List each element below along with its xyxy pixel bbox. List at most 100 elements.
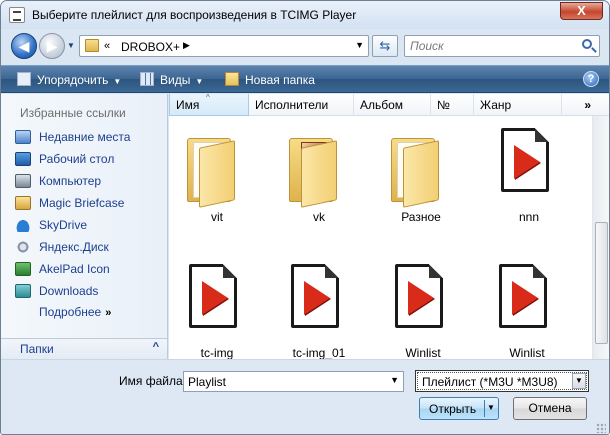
title-bar[interactable]: Выберите плейлист для воспроизведения в … — [1, 1, 609, 29]
vertical-scrollbar[interactable] — [592, 116, 609, 359]
playlist-file-icon — [499, 264, 547, 328]
refresh-button[interactable]: ⇆ — [372, 35, 398, 57]
open-button[interactable]: Открыть ▼ — [419, 397, 499, 420]
dialog-footer: Имя файла: ▼ Плейлист (*M3U *M3U8) ▼ Отк… — [1, 359, 609, 434]
file-name: vit — [211, 210, 223, 224]
organize-label: Упорядочить — [37, 73, 109, 87]
playlist-file-icon — [501, 128, 549, 192]
more-columns-chevron[interactable]: » — [584, 94, 591, 116]
file-item[interactable]: vit — [177, 124, 257, 244]
column-number[interactable]: № — [431, 94, 474, 116]
scrollbar-thumb[interactable] — [595, 222, 608, 344]
column-header-row: Имя ^ Исполнители Альбом № Жанр » — [169, 93, 609, 116]
column-album[interactable]: Альбом — [354, 94, 431, 116]
views-label: Виды — [160, 73, 191, 87]
organize-icon — [17, 72, 31, 86]
yandex-disk-icon — [15, 240, 31, 254]
file-type-value: Плейлист (*M3U *M3U8) — [422, 375, 558, 389]
folders-toggle[interactable]: Папки ^ — [1, 338, 167, 359]
sidebar-item-skydrive[interactable]: SkyDrive — [15, 216, 87, 234]
file-list: Имя ^ Исполнители Альбом № Жанр » vit vk — [169, 93, 609, 360]
sidebar-item-label: Downloads — [39, 284, 99, 298]
sidebar-item-akelpad-icon[interactable]: AkelPad Icon — [15, 260, 110, 278]
column-artists[interactable]: Исполнители — [249, 94, 354, 116]
file-name: tc-img_01 — [292, 346, 346, 360]
file-item[interactable]: Разное — [381, 124, 461, 244]
skydrive-icon — [15, 218, 31, 232]
navigation-bar: ◀ ▶ ▼ « DROBOX+ ▶ ▼ ⇆ — [1, 31, 609, 61]
file-name: Разное — [401, 210, 441, 224]
history-dropdown-icon[interactable]: ▼ — [67, 41, 75, 50]
sidebar-item-desktop[interactable]: Рабочий стол — [15, 150, 114, 168]
chevron-down-icon[interactable]: ▼ — [390, 375, 399, 385]
app-icon — [9, 7, 25, 23]
command-bar: Упорядочить ▼ Виды ▼ Новая папка ? — [1, 65, 609, 93]
chevron-down-icon[interactable]: ▼ — [572, 373, 586, 389]
close-button[interactable]: X — [560, 2, 603, 20]
address-dropdown-icon[interactable]: ▼ — [355, 40, 364, 50]
file-item[interactable]: vk — [279, 124, 359, 244]
column-genre[interactable]: Жанр — [474, 94, 562, 116]
more-label: Подробнее — [39, 305, 102, 319]
folder-icon — [85, 39, 99, 52]
more-links-button[interactable]: Подробнее» — [39, 305, 111, 319]
file-name: nnn — [518, 210, 540, 224]
folders-label: Папки — [20, 342, 54, 356]
back-button[interactable]: ◀ — [11, 33, 37, 59]
playlist-file-icon — [291, 264, 339, 328]
new-folder-button[interactable]: Новая папка — [225, 72, 315, 87]
sort-ascending-icon: ^ — [206, 93, 210, 102]
briefcase-icon — [15, 196, 31, 210]
column-name[interactable]: Имя ^ — [169, 93, 249, 116]
window-title: Выберите плейлист для воспроизведения в … — [32, 8, 357, 22]
desktop-icon — [15, 152, 31, 166]
favorite-links-header: Избранные ссылки — [20, 106, 126, 120]
sidebar-item-yandex-disk[interactable]: Яндекс.Диск — [15, 238, 109, 256]
new-folder-icon — [225, 72, 239, 86]
sidebar-item-label: AkelPad Icon — [39, 262, 110, 276]
split-divider — [484, 400, 485, 417]
forward-button[interactable]: ▶ — [39, 33, 65, 59]
sidebar-item-computer[interactable]: Компьютер — [15, 172, 101, 190]
downloads-icon — [15, 284, 31, 298]
file-name: vk — [313, 210, 325, 224]
organize-button[interactable]: Упорядочить ▼ — [17, 72, 121, 87]
search-icon[interactable] — [582, 39, 592, 49]
file-name: Winlist — [509, 346, 545, 360]
sidebar-item-label: Magic Briefcase — [39, 196, 125, 210]
folder-icon — [185, 134, 247, 208]
filename-combobox[interactable]: ▼ — [183, 371, 404, 392]
address-path[interactable]: DROBOX+ — [121, 40, 180, 54]
address-bar[interactable]: « DROBOX+ ▶ ▼ — [79, 35, 369, 57]
search-input[interactable] — [405, 36, 575, 56]
open-options-chevron-icon[interactable]: ▼ — [487, 403, 495, 412]
computer-icon — [15, 174, 31, 188]
resize-grip-icon[interactable] — [596, 423, 606, 433]
help-icon[interactable]: ? — [583, 71, 599, 87]
file-open-dialog: Выберите плейлист для воспроизведения в … — [0, 0, 610, 435]
cancel-button[interactable]: Отмена — [513, 397, 587, 420]
recent-places-icon — [15, 130, 31, 144]
views-button[interactable]: Виды ▼ — [140, 72, 203, 87]
file-name: Winlist — [405, 346, 441, 360]
filename-input[interactable] — [184, 372, 384, 391]
sidebar-item-label: Недавние места — [39, 130, 131, 144]
file-item[interactable]: nnn — [489, 124, 569, 244]
address-overflow-chevron[interactable]: « — [104, 40, 110, 52]
sidebar-item-recent-places[interactable]: Недавние места — [15, 128, 130, 146]
open-label: Открыть — [429, 402, 477, 416]
chevron-down-icon: ▼ — [195, 77, 204, 86]
folder-image-icon — [287, 134, 349, 208]
views-icon — [140, 72, 154, 86]
akelpad-icon — [15, 262, 31, 276]
sidebar-item-downloads[interactable]: Downloads — [15, 282, 98, 300]
filename-label: Имя файла: — [119, 374, 186, 388]
sidebar-item-magic-briefcase[interactable]: Magic Briefcase — [15, 194, 124, 212]
chevron-up-icon: ^ — [152, 341, 159, 353]
search-box[interactable] — [404, 35, 600, 57]
new-folder-label: Новая папка — [245, 73, 315, 87]
refresh-icon: ⇆ — [379, 38, 391, 53]
file-type-select[interactable]: Плейлист (*M3U *M3U8) ▼ — [415, 370, 589, 392]
double-chevron-icon: » — [105, 307, 112, 319]
breadcrumb-arrow-icon[interactable]: ▶ — [183, 40, 190, 51]
